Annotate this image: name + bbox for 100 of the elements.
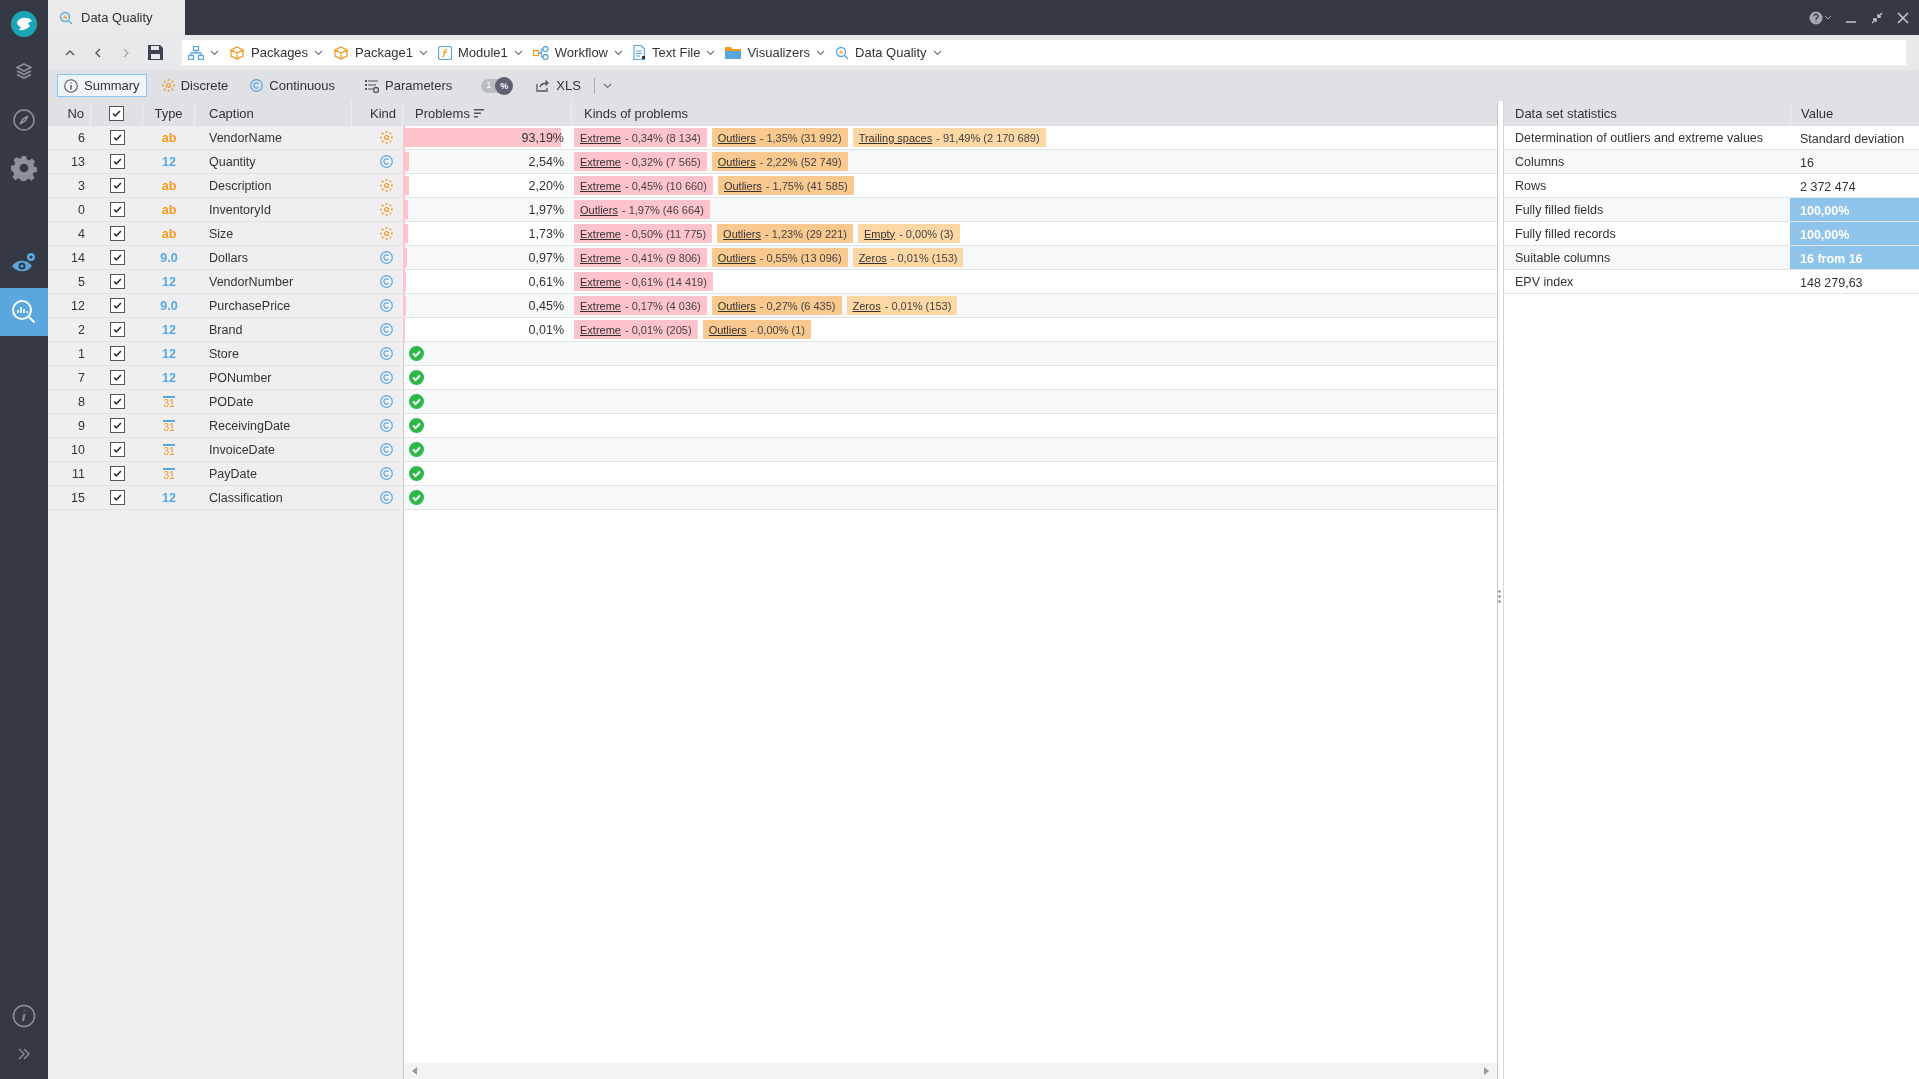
caret-icon[interactable] (513, 49, 523, 56)
caret-icon[interactable] (314, 49, 324, 56)
row-checkbox[interactable] (109, 418, 125, 433)
help-icon[interactable] (1809, 10, 1831, 25)
function-icon (437, 45, 452, 60)
hierarchy-icon[interactable] (188, 45, 204, 60)
row-checkbox[interactable] (109, 274, 125, 289)
problem-detail: - 0,01% (153) (884, 299, 952, 312)
problem-link[interactable]: Outliers (708, 323, 747, 336)
type-label: 12 (162, 154, 176, 169)
close-icon[interactable] (1897, 11, 1909, 24)
breadcrumb-item[interactable]: Module1 (437, 45, 523, 60)
chart-search-icon[interactable] (0, 288, 48, 336)
export-icon (536, 79, 551, 92)
table-row[interactable]: 6 ab VendorName 93,19% Extreme - 0,34% (8 134) Outliers - 1,35% (31 992) Trailing spaces - 91,49% (2 170 689) (48, 126, 1497, 150)
breadcrumb-item[interactable]: Visualizers (725, 45, 826, 60)
problem-link[interactable]: Extreme (580, 227, 621, 240)
document-tab[interactable]: Data Quality (48, 0, 185, 35)
table-row[interactable]: 4 ab Size 1,73% Extreme - 0,50% (11 775) Outliers - 1,23% (29 221) Empty - 0,00% (3) (48, 222, 1497, 246)
breadcrumb-item[interactable]: Data Quality (835, 45, 942, 60)
breadcrumb-item[interactable]: Package1 (333, 45, 428, 60)
table-row[interactable]: 7 12 PONumber (48, 366, 1497, 390)
caret-icon[interactable] (932, 49, 942, 56)
row-checkbox[interactable] (109, 442, 125, 457)
problem-link[interactable]: Outliers (717, 155, 756, 168)
table-row[interactable]: 9 31 ReceivingDate (48, 414, 1497, 438)
problem-link[interactable]: Empty (863, 227, 896, 240)
caret-icon[interactable] (418, 49, 428, 56)
table-row[interactable]: 2 12 Brand 0,01% Extreme - 0,01% (205) Outliers - 0,00% (1) (48, 318, 1497, 342)
problem-link[interactable]: Extreme (580, 155, 621, 168)
problem-link[interactable]: Outliers (717, 299, 756, 312)
row-checkbox[interactable] (109, 250, 125, 265)
parameters-button[interactable]: Parameters (358, 74, 460, 97)
row-checkbox[interactable] (109, 130, 125, 145)
restore-icon[interactable] (1871, 11, 1883, 24)
problem-link[interactable]: Zeros (852, 299, 881, 312)
sort-icon[interactable] (473, 109, 484, 118)
row-checkbox[interactable] (109, 322, 125, 337)
view-tab[interactable]: Continuous (243, 74, 343, 97)
dotted-circle-icon (161, 79, 175, 92)
table-row[interactable]: 15 12 Classification (48, 486, 1497, 510)
caret-icon[interactable] (816, 49, 826, 56)
caret-icon[interactable] (706, 49, 716, 56)
save-icon[interactable] (148, 45, 163, 60)
problem-detail: - 0,01% (205) (624, 323, 692, 336)
row-checkbox[interactable] (109, 490, 125, 505)
column-header: Value (1790, 101, 1919, 126)
view-tab[interactable]: Discrete (154, 74, 236, 97)
caret-icon[interactable] (210, 49, 219, 56)
row-checkbox[interactable] (109, 466, 125, 481)
table-row[interactable]: 14 9.0 Dollars 0,97% Extreme - 0,41% (9 806) Outliers - 0,55% (13 096) Zeros - 0,01% (153) (48, 246, 1497, 270)
problem-link[interactable]: Extreme (580, 131, 621, 144)
problem-link[interactable]: Outliers (723, 227, 761, 240)
row-checkbox[interactable] (109, 154, 125, 169)
column-header[interactable]: Problems (415, 106, 470, 121)
horizontal-scrollbar[interactable] (404, 1063, 1497, 1079)
caret-icon[interactable] (602, 82, 612, 89)
caret-icon[interactable] (614, 49, 623, 56)
problem-link[interactable]: Outliers (717, 131, 756, 144)
row-checkbox[interactable] (109, 202, 125, 217)
table-row[interactable]: 8 31 PODate (48, 390, 1497, 414)
problem-link[interactable]: Outliers (580, 203, 618, 216)
problem-detail: - 1,97% (46 664) (621, 203, 704, 216)
problem-link[interactable]: Extreme (580, 179, 621, 192)
row-checkbox[interactable] (109, 178, 125, 193)
percent-toggle[interactable]: 1 % (481, 78, 512, 93)
view-tab[interactable]: Summary (57, 74, 147, 97)
problem-link[interactable]: Outliers (717, 251, 756, 264)
problem-link[interactable]: Outliers (723, 179, 762, 192)
row-checkbox[interactable] (109, 226, 125, 241)
problem-link[interactable]: Extreme (580, 299, 621, 312)
select-all-checkbox[interactable] (109, 106, 124, 121)
row-checkbox[interactable] (109, 370, 125, 385)
table-row[interactable]: 12 9.0 PurchasePrice 0,45% Extreme - 0,17% (4 036) Outliers - 0,27% (6 435) Zeros - 0,01% (153) (48, 294, 1497, 318)
dotted-circle-icon (380, 179, 393, 192)
row-checkbox[interactable] (109, 298, 125, 313)
statistic-value: Standard deviation (1799, 131, 1906, 148)
breadcrumb-item[interactable]: Workflow (532, 45, 623, 60)
table-row[interactable]: 13 12 Quantity 2,54% Extreme - 0,32% (7 565) Outliers - 2,22% (52 749) (48, 150, 1497, 174)
table-row[interactable]: 3 ab Description 2,20% Extreme - 0,45% (10 660) Outliers - 1,75% (41 585) (48, 174, 1497, 198)
row-checkbox[interactable] (109, 394, 125, 409)
problem-link[interactable]: Extreme (580, 323, 621, 336)
table-row[interactable]: 5 12 VendorNumber 0,61% Extreme - 0,61% (14 419) (48, 270, 1497, 294)
table-row[interactable]: 10 31 InvoiceDate (48, 438, 1497, 462)
breadcrumb-label: Packages (251, 45, 309, 60)
scroll-left-icon[interactable] (412, 1067, 417, 1075)
problem-link[interactable]: Extreme (580, 275, 621, 288)
statistic-value: 100,00% (1790, 198, 1919, 221)
problem-link[interactable]: Extreme (580, 251, 621, 264)
scroll-right-icon[interactable] (1484, 1067, 1489, 1075)
breadcrumb-item[interactable]: Text File (633, 45, 716, 60)
breadcrumb-item[interactable]: Packages (229, 45, 324, 60)
table-row[interactable]: 1 12 Store (48, 342, 1497, 366)
table-row[interactable]: 0 ab InventoryId 1,97% Outliers - 1,97% (46 664) (48, 198, 1497, 222)
problem-link[interactable]: Trailing spaces (858, 131, 933, 144)
row-checkbox[interactable] (109, 346, 125, 361)
table-row[interactable]: 11 31 PayDate (48, 462, 1497, 486)
splitter-handle[interactable] (1498, 590, 1501, 603)
export-button[interactable]: XLS (529, 74, 588, 97)
problem-link[interactable]: Zeros (858, 251, 887, 264)
